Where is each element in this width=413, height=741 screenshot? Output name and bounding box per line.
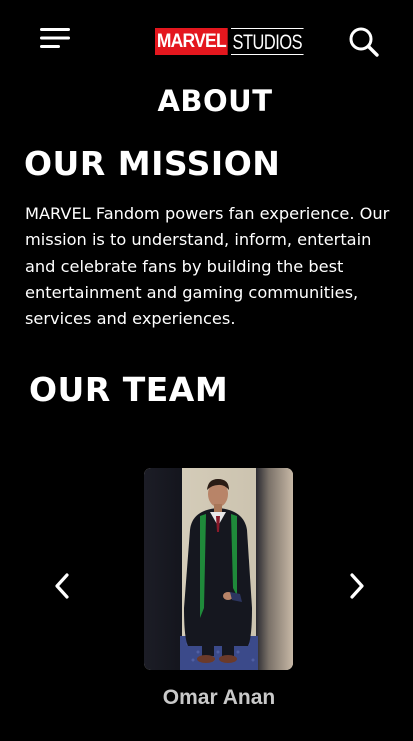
- top-bar: MARVEL STUDIOS: [0, 0, 413, 80]
- logo-studios-wordmark: STUDIOS: [231, 28, 304, 55]
- chevron-left-icon[interactable]: [48, 570, 78, 602]
- mission-text: MARVEL Fandom powers fan experience. Our…: [25, 204, 390, 329]
- marvel-studios-logo[interactable]: MARVEL STUDIOS: [155, 28, 324, 55]
- hamburger-menu-icon[interactable]: [38, 26, 72, 52]
- page-title: ABOUT: [157, 84, 273, 118]
- chevron-right-icon[interactable]: [342, 570, 372, 602]
- logo-marvel-wordmark: MARVEL: [155, 28, 228, 55]
- mission-heading: OUR MISSION: [24, 144, 281, 183]
- search-icon[interactable]: [348, 26, 380, 58]
- team-member-name: Omar Anan: [162, 686, 276, 709]
- team-heading: OUR TEAM: [29, 370, 229, 409]
- team-member-photo: [144, 468, 293, 670]
